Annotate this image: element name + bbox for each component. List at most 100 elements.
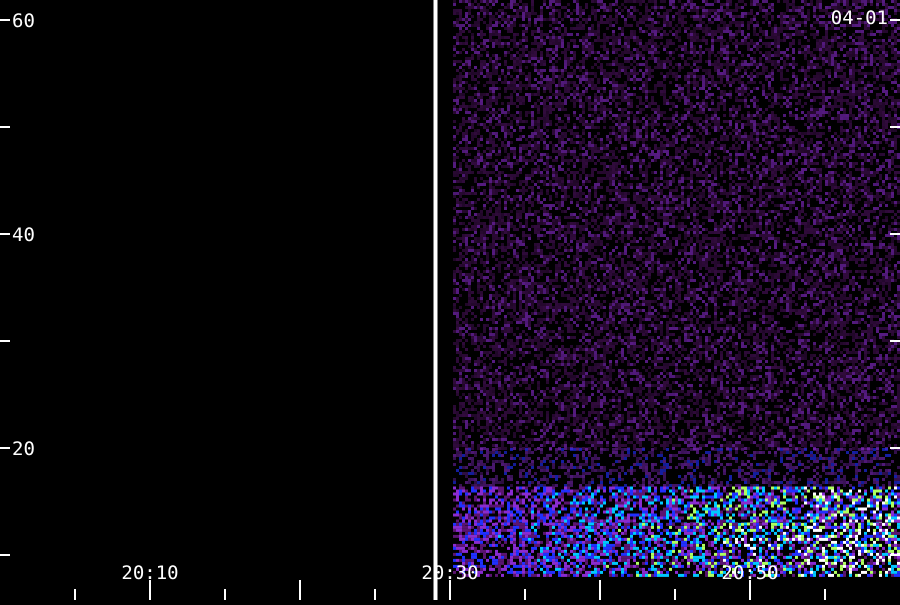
heatmap-cell <box>816 108 819 111</box>
heatmap-cell <box>693 3 696 6</box>
heatmap-cell <box>876 102 879 105</box>
heatmap-cell <box>774 162 777 165</box>
heatmap-cell <box>645 15 648 18</box>
heatmap-cell <box>747 36 750 39</box>
heatmap-cell <box>471 42 474 45</box>
heatmap-cell <box>720 27 723 30</box>
heatmap-cell <box>702 30 705 33</box>
heatmap-cell <box>810 0 813 3</box>
heatmap-cell <box>561 177 564 180</box>
heatmap-cell <box>807 111 810 114</box>
heatmap-cell <box>693 63 696 66</box>
heatmap-cell <box>888 75 891 78</box>
heatmap-cell <box>876 147 879 150</box>
heatmap-cell <box>669 42 672 45</box>
heatmap-cell <box>516 42 519 45</box>
heatmap-cell <box>486 45 489 48</box>
heatmap-cell <box>459 15 462 18</box>
heatmap-cell <box>891 87 894 90</box>
heatmap-cell <box>699 105 702 108</box>
heatmap-cell <box>519 15 522 18</box>
heatmap-cell <box>753 57 756 60</box>
heatmap-cell <box>507 165 510 168</box>
heatmap-cell <box>852 48 855 51</box>
heatmap-cell <box>480 36 483 39</box>
heatmap-cell <box>483 66 486 69</box>
heatmap-cell <box>846 81 849 84</box>
heatmap-cell <box>465 138 468 141</box>
heatmap-cell <box>813 120 816 123</box>
heatmap-cell <box>648 27 651 30</box>
heatmap-cell <box>552 78 555 81</box>
heatmap-cell <box>627 75 630 78</box>
heatmap-cell <box>864 87 867 90</box>
heatmap-cell <box>702 15 705 18</box>
heatmap-cell <box>606 156 609 159</box>
heatmap-cell <box>594 96 597 99</box>
heatmap-cell <box>723 69 726 72</box>
heatmap-cell <box>618 87 621 90</box>
heatmap-cell <box>831 36 834 39</box>
heatmap-cell <box>507 30 510 33</box>
heatmap-cell <box>501 144 504 147</box>
heatmap-cell <box>705 9 708 12</box>
heatmap-cell <box>522 15 525 18</box>
heatmap-cell <box>870 174 873 177</box>
heatmap-cell <box>645 6 648 9</box>
heatmap-cell <box>555 51 558 54</box>
heatmap-cell <box>516 63 519 66</box>
heatmap-cell <box>819 72 822 75</box>
heatmap-cell <box>867 72 870 75</box>
heatmap-cell <box>660 159 663 162</box>
heatmap-cell <box>531 144 534 147</box>
heatmap-cell <box>645 132 648 135</box>
heatmap-cell <box>564 30 567 33</box>
heatmap-cell <box>564 63 567 66</box>
heatmap-cell <box>531 156 534 159</box>
heatmap-cell <box>678 90 681 93</box>
heatmap-cell <box>810 63 813 66</box>
heatmap-cell <box>705 171 708 174</box>
heatmap-cell <box>750 42 753 45</box>
heatmap-cell <box>483 12 486 15</box>
heatmap-cell <box>489 138 492 141</box>
heatmap-cell <box>576 3 579 6</box>
heatmap-cell <box>642 63 645 66</box>
heatmap-cell <box>675 36 678 39</box>
heatmap-cell <box>549 60 552 63</box>
heatmap-cell <box>786 24 789 27</box>
heatmap-cell <box>819 66 822 69</box>
heatmap-cell <box>867 144 870 147</box>
heatmap-cell <box>801 12 804 15</box>
heatmap-cell <box>762 165 765 168</box>
heatmap-cell <box>543 3 546 6</box>
heatmap-cell <box>492 147 495 150</box>
heatmap-cell <box>597 24 600 27</box>
heatmap-cell <box>630 54 633 57</box>
heatmap-cell <box>516 174 519 177</box>
heatmap-cell <box>702 120 705 123</box>
heatmap-cell <box>477 81 480 84</box>
heatmap-cell <box>657 27 660 30</box>
heatmap-cell <box>627 96 630 99</box>
heatmap-cell <box>633 69 636 72</box>
heatmap-cell <box>567 57 570 60</box>
heatmap-cell <box>633 33 636 36</box>
heatmap-cell <box>666 15 669 18</box>
heatmap-cell <box>699 87 702 90</box>
heatmap-cell <box>453 84 456 87</box>
heatmap-cell <box>792 39 795 42</box>
heatmap-cell <box>531 111 534 114</box>
heatmap-cell <box>573 162 576 165</box>
heatmap-cell <box>639 150 642 153</box>
heatmap-cell <box>687 135 690 138</box>
heatmap-cell <box>864 171 867 174</box>
heatmap-cell <box>810 120 813 123</box>
heatmap-cell <box>594 12 597 15</box>
heatmap-cell <box>810 105 813 108</box>
heatmap-cell <box>525 114 528 117</box>
heatmap-cell <box>729 177 732 180</box>
heatmap-cell <box>630 57 633 60</box>
heatmap-cell <box>804 21 807 24</box>
heatmap-cell <box>879 111 882 114</box>
